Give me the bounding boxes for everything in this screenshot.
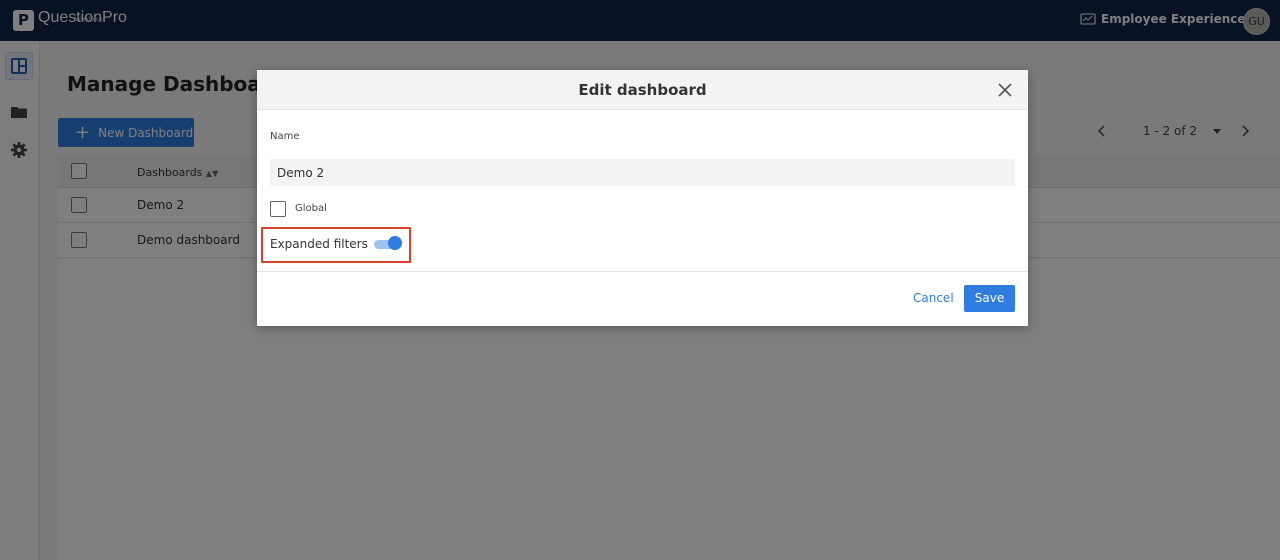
- close-icon: [998, 83, 1012, 97]
- expanded-filters-label: Expanded filters: [270, 237, 368, 251]
- global-label: Global: [295, 203, 327, 214]
- name-input[interactable]: [270, 159, 1015, 186]
- dialog-header: Edit dashboard: [257, 70, 1028, 110]
- edit-dashboard-dialog: Edit dashboard Name Global Expanded filt…: [257, 70, 1028, 326]
- global-checkbox[interactable]: [270, 201, 286, 217]
- name-label: Name: [270, 131, 300, 142]
- save-button[interactable]: Save: [964, 285, 1015, 312]
- dialog-title: Edit dashboard: [578, 81, 707, 99]
- cancel-button[interactable]: Cancel: [913, 291, 954, 305]
- close-button[interactable]: [996, 81, 1014, 99]
- toggle-knob[interactable]: [388, 236, 402, 250]
